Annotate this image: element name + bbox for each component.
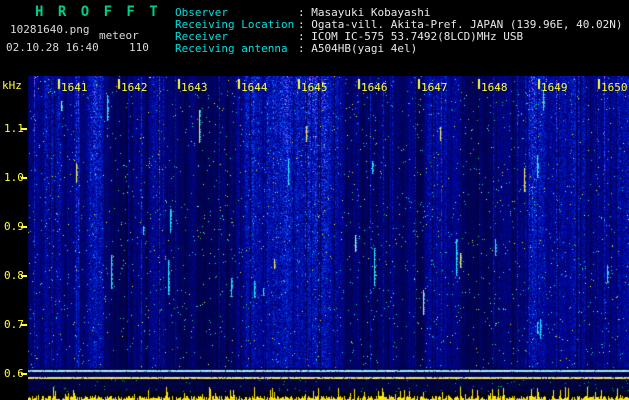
- y-tick-mark: [21, 373, 27, 375]
- hrofft-screen: H R O F F T 10281640.png meteor 02.10.28…: [0, 0, 629, 400]
- observer-info: Observer: Masayuki Kobayashi Receiving L…: [175, 7, 623, 55]
- app-title: H R O F F T: [35, 4, 161, 20]
- spectrogram-canvas: [28, 76, 629, 400]
- meta-row-antenna: Receiving antenna : A504HB(yagi 4el): [175, 43, 623, 55]
- y-tick-mark: [21, 324, 27, 326]
- x-tick-label: 1648: [481, 81, 508, 94]
- x-tick-label: 1647: [421, 81, 448, 94]
- x-tick-label: 1641: [61, 81, 88, 94]
- meta-label: Receiving antenna: [175, 42, 288, 55]
- y-tick-mark: [21, 275, 27, 277]
- y-axis-unit: kHz: [2, 79, 22, 92]
- x-tick-label: 1646: [361, 81, 388, 94]
- x-tick-label: 1644: [241, 81, 268, 94]
- echo-count: 110: [129, 41, 149, 54]
- x-tick-label: 1643: [181, 81, 208, 94]
- output-filename: 10281640.png: [10, 23, 90, 36]
- y-tick-mark: [21, 177, 27, 179]
- datetime-label: 02.10.28 16:40: [6, 41, 99, 54]
- x-tick-label: 1649: [541, 81, 568, 94]
- x-tick-label: 1642: [121, 81, 148, 94]
- y-tick-mark: [21, 128, 27, 130]
- x-tick-label: 1650: [601, 81, 628, 94]
- meta-value: : A504HB(yagi 4el): [298, 42, 418, 55]
- x-tick-label: 1645: [301, 81, 328, 94]
- y-tick-mark: [21, 226, 27, 228]
